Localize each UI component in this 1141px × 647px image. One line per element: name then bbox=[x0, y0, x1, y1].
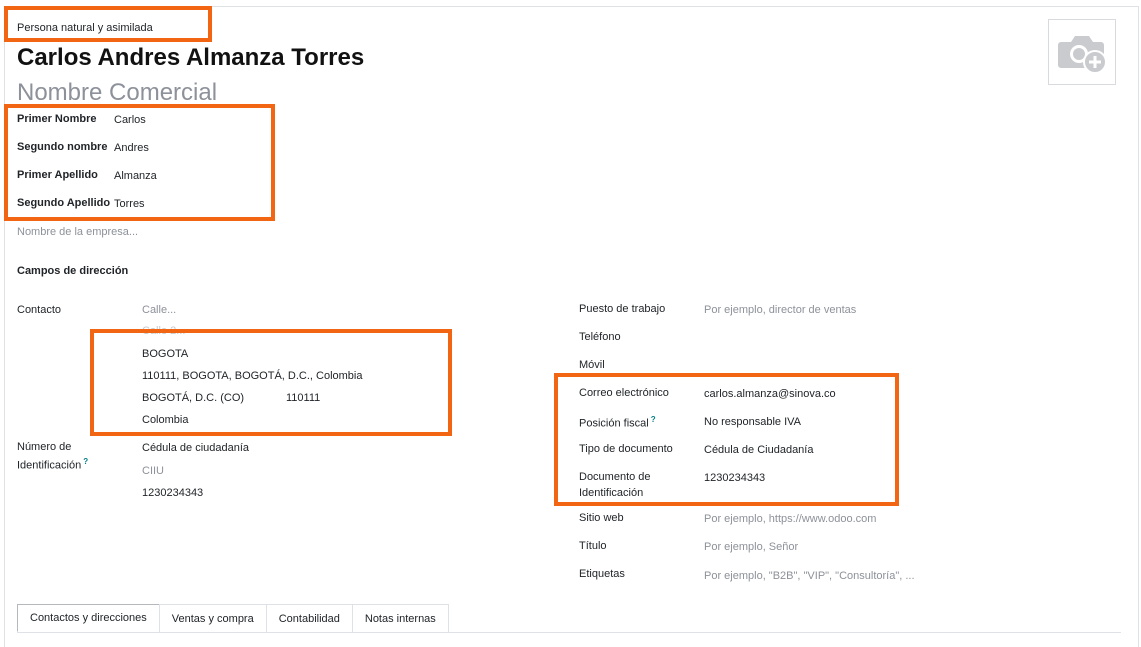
camera-plus-icon bbox=[1058, 36, 1107, 74]
company-name-field[interactable]: Nombre de la empresa... bbox=[17, 226, 138, 238]
job-label: Puesto de trabajo bbox=[579, 303, 666, 315]
identification-number-field[interactable]: 1230234343 bbox=[142, 487, 203, 499]
highlight-company-type bbox=[4, 6, 212, 42]
help-tooltip-icon[interactable]: ? bbox=[83, 457, 88, 466]
tab-internal-notes[interactable]: Notas internas bbox=[351, 604, 449, 632]
avatar-upload[interactable] bbox=[1048, 19, 1116, 85]
tab-accounting[interactable]: Contabilidad bbox=[265, 604, 353, 632]
title-label: Título bbox=[579, 540, 607, 552]
street-field[interactable]: Calle... bbox=[142, 304, 176, 316]
identification-label-line2: Identificación? bbox=[17, 457, 89, 472]
ciiu-field[interactable]: CIIU bbox=[142, 465, 164, 477]
contact-label: Contacto bbox=[17, 304, 62, 316]
doc-type-field[interactable]: Cédula de ciudadanía bbox=[142, 442, 249, 454]
highlight-names bbox=[4, 104, 275, 221]
address-fields-label: Campos de dirección bbox=[17, 265, 129, 277]
job-field[interactable]: Por ejemplo, director de ventas bbox=[704, 304, 856, 316]
notebook-tabs: Contactos y direcciones Ventas y compra … bbox=[17, 604, 449, 633]
identification-label-line1: Número de bbox=[17, 441, 72, 453]
website-label: Sitio web bbox=[579, 512, 624, 524]
trade-name-field[interactable]: Nombre Comercial bbox=[17, 79, 217, 107]
title-field[interactable]: Por ejemplo, Señor bbox=[704, 541, 798, 553]
partner-name-field[interactable]: Carlos Andres Almanza Torres bbox=[17, 44, 364, 72]
tags-field[interactable]: Por ejemplo, "B2B", "VIP", "Consultoría"… bbox=[704, 570, 915, 582]
website-field[interactable]: Por ejemplo, https://www.odoo.com bbox=[704, 513, 876, 525]
tab-sales-purchase[interactable]: Ventas y compra bbox=[158, 604, 267, 632]
highlight-address bbox=[90, 329, 452, 436]
tags-label: Etiquetas bbox=[579, 568, 625, 580]
highlight-fiscal-info bbox=[554, 373, 899, 506]
mobile-label: Móvil bbox=[579, 359, 605, 371]
tab-contacts-addresses[interactable]: Contactos y direcciones bbox=[17, 604, 160, 632]
phone-label: Teléfono bbox=[579, 331, 621, 343]
